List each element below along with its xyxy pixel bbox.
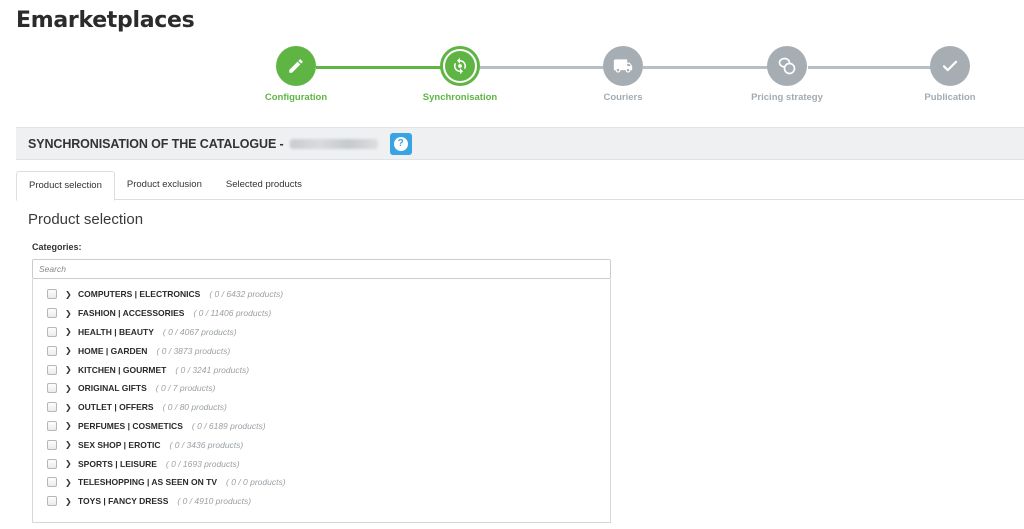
category-checkbox[interactable] xyxy=(47,364,57,375)
category-row: ❯ FASHION | ACCESSORIES ( 0 / 11406 produc… xyxy=(33,304,610,323)
category-name[interactable]: PERFUMES | COSMETICS xyxy=(78,421,183,431)
category-row: ❯ SEX SHOP | EROTIC ( 0 / 3436 products) xyxy=(33,435,610,454)
sync-icon xyxy=(454,57,466,75)
category-checkbox[interactable] xyxy=(47,402,57,413)
chevron-right-icon[interactable]: ❯ xyxy=(65,497,73,506)
category-checkbox[interactable] xyxy=(47,289,57,300)
category-name[interactable]: ORIGINAL GIFTS xyxy=(78,383,147,393)
chevron-right-icon[interactable]: ❯ xyxy=(65,403,73,412)
pencil-icon xyxy=(289,59,303,73)
chevron-right-icon[interactable]: ❯ xyxy=(65,478,73,487)
category-count: ( 0 / 7 products) xyxy=(155,383,216,394)
category-row: ❯ PERFUMES | COSMETICS ( 0 / 6189 products… xyxy=(33,417,610,436)
help-button[interactable]: ? xyxy=(389,132,412,155)
category-name[interactable]: HEALTH | BEAUTY xyxy=(78,327,154,337)
category-name[interactable]: TELESHOPPING | AS SEEN ON TV xyxy=(78,477,217,487)
step-pricing-strategy[interactable]: Pricing strategy xyxy=(742,46,832,103)
redacted-catalogue-name xyxy=(289,138,378,149)
category-row: ❯ TOYS | FANCY DRESS ( 0 / 4910 products) xyxy=(33,492,610,511)
category-name[interactable]: HOME | GARDEN xyxy=(78,346,147,356)
step-publication[interactable]: Publication xyxy=(905,46,995,103)
chevron-right-icon[interactable]: ❯ xyxy=(65,459,73,468)
step-circle xyxy=(767,46,807,86)
section-header: SYNCHRONISATION OF THE CATALOGUE - ? xyxy=(16,127,1024,160)
section-title: SYNCHRONISATION OF THE CATALOGUE - xyxy=(28,136,284,151)
step-synchronisation[interactable]: Synchronisation xyxy=(415,46,505,103)
category-checkbox[interactable] xyxy=(47,439,57,450)
category-row: ❯ SPORTS | LEISURE ( 0 / 1693 products) xyxy=(33,454,610,473)
step-label: Synchronisation xyxy=(422,92,498,103)
truck-icon xyxy=(613,59,633,73)
chevron-right-icon[interactable]: ❯ xyxy=(65,327,73,336)
step-label: Configuration xyxy=(264,92,328,103)
step-label: Pricing strategy xyxy=(751,92,823,103)
chevron-right-icon[interactable]: ❯ xyxy=(65,346,73,355)
coins-icon xyxy=(778,57,796,75)
category-count: ( 0 / 6432 products) xyxy=(209,289,284,300)
step-circle xyxy=(603,46,643,86)
category-checkbox[interactable] xyxy=(47,383,57,394)
category-count: ( 0 / 1693 products) xyxy=(165,458,240,469)
category-count: ( 0 / 11406 products) xyxy=(193,308,272,319)
category-count: ( 0 / 4067 products) xyxy=(162,326,237,337)
chevron-right-icon[interactable]: ❯ xyxy=(65,365,73,374)
category-count: ( 0 / 3241 products) xyxy=(175,364,250,375)
category-name[interactable]: SPORTS | LEISURE xyxy=(78,459,157,469)
step-couriers[interactable]: Couriers xyxy=(578,46,668,103)
category-name[interactable]: FASHION | ACCESSORIES xyxy=(78,308,184,318)
category-checkbox[interactable] xyxy=(47,326,57,337)
step-configuration[interactable]: Configuration xyxy=(251,46,341,103)
step-label: Publication xyxy=(924,92,976,103)
tab-product-exclusion[interactable]: Product exclusion xyxy=(115,171,214,200)
step-circle xyxy=(440,46,480,86)
category-count: ( 0 / 4910 products) xyxy=(177,496,252,507)
tab-selected-products[interactable]: Selected products xyxy=(214,171,314,200)
tab-product-selection[interactable]: Product selection xyxy=(16,171,115,201)
category-tree: ❯ COMPUTERS | ELECTRONICS ( 0 / 6432 produ… xyxy=(32,279,611,523)
category-count: ( 0 / 80 products) xyxy=(162,402,227,413)
category-checkbox[interactable] xyxy=(47,420,57,431)
category-checkbox[interactable] xyxy=(47,345,57,356)
question-icon: ? xyxy=(393,136,408,151)
category-name[interactable]: COMPUTERS | ELECTRONICS xyxy=(78,289,200,299)
category-row: ❯ COMPUTERS | ELECTRONICS ( 0 / 6432 produ… xyxy=(33,285,610,304)
chevron-right-icon[interactable]: ❯ xyxy=(65,309,73,318)
category-count: ( 0 / 0 products) xyxy=(226,477,286,488)
chevron-right-icon[interactable]: ❯ xyxy=(65,421,73,430)
category-checkbox[interactable] xyxy=(47,496,57,507)
category-name[interactable]: OUTLET | OFFERS xyxy=(78,402,154,412)
tab-bar: Product selection Product exclusion Sele… xyxy=(16,171,1024,201)
category-row: ❯ ORIGINAL GIFTS ( 0 / 7 products) xyxy=(33,379,610,398)
category-count: ( 0 / 3436 products) xyxy=(169,439,244,450)
category-name[interactable]: KITCHEN | GOURMET xyxy=(78,365,166,375)
chevron-right-icon[interactable]: ❯ xyxy=(65,440,73,449)
app-title: Emarketplaces xyxy=(16,8,195,33)
category-row: ❯ HOME | GARDEN ( 0 / 3873 products) xyxy=(33,341,610,360)
category-checkbox[interactable] xyxy=(47,308,57,319)
chevron-right-icon[interactable]: ❯ xyxy=(65,384,73,393)
category-name[interactable]: SEX SHOP | EROTIC xyxy=(78,440,161,450)
check-icon xyxy=(942,60,958,72)
categories-label: Categories: xyxy=(32,242,82,252)
step-label: Couriers xyxy=(603,92,643,103)
step-circle xyxy=(930,46,970,86)
step-circle xyxy=(276,46,316,86)
category-checkbox[interactable] xyxy=(47,477,57,488)
category-name[interactable]: TOYS | FANCY DRESS xyxy=(78,496,168,506)
category-search-input[interactable] xyxy=(32,259,611,279)
category-row: ❯ TELESHOPPING | AS SEEN ON TV ( 0 / 0 pro… xyxy=(33,473,610,492)
category-count: ( 0 / 6189 products) xyxy=(191,420,266,431)
chevron-right-icon[interactable]: ❯ xyxy=(65,290,73,299)
category-count: ( 0 / 3873 products) xyxy=(156,345,231,356)
category-row: ❯ HEALTH | BEAUTY ( 0 / 4067 products) xyxy=(33,323,610,342)
category-row: ❯ KITCHEN | GOURMET ( 0 / 3241 products) xyxy=(33,360,610,379)
panel-title: Product selection xyxy=(28,211,144,228)
category-row: ❯ OUTLET | OFFERS ( 0 / 80 products) xyxy=(33,398,610,417)
category-checkbox[interactable] xyxy=(47,458,57,469)
wizard-stepper: Configuration Synchronisation Couriers P… xyxy=(260,46,1000,106)
